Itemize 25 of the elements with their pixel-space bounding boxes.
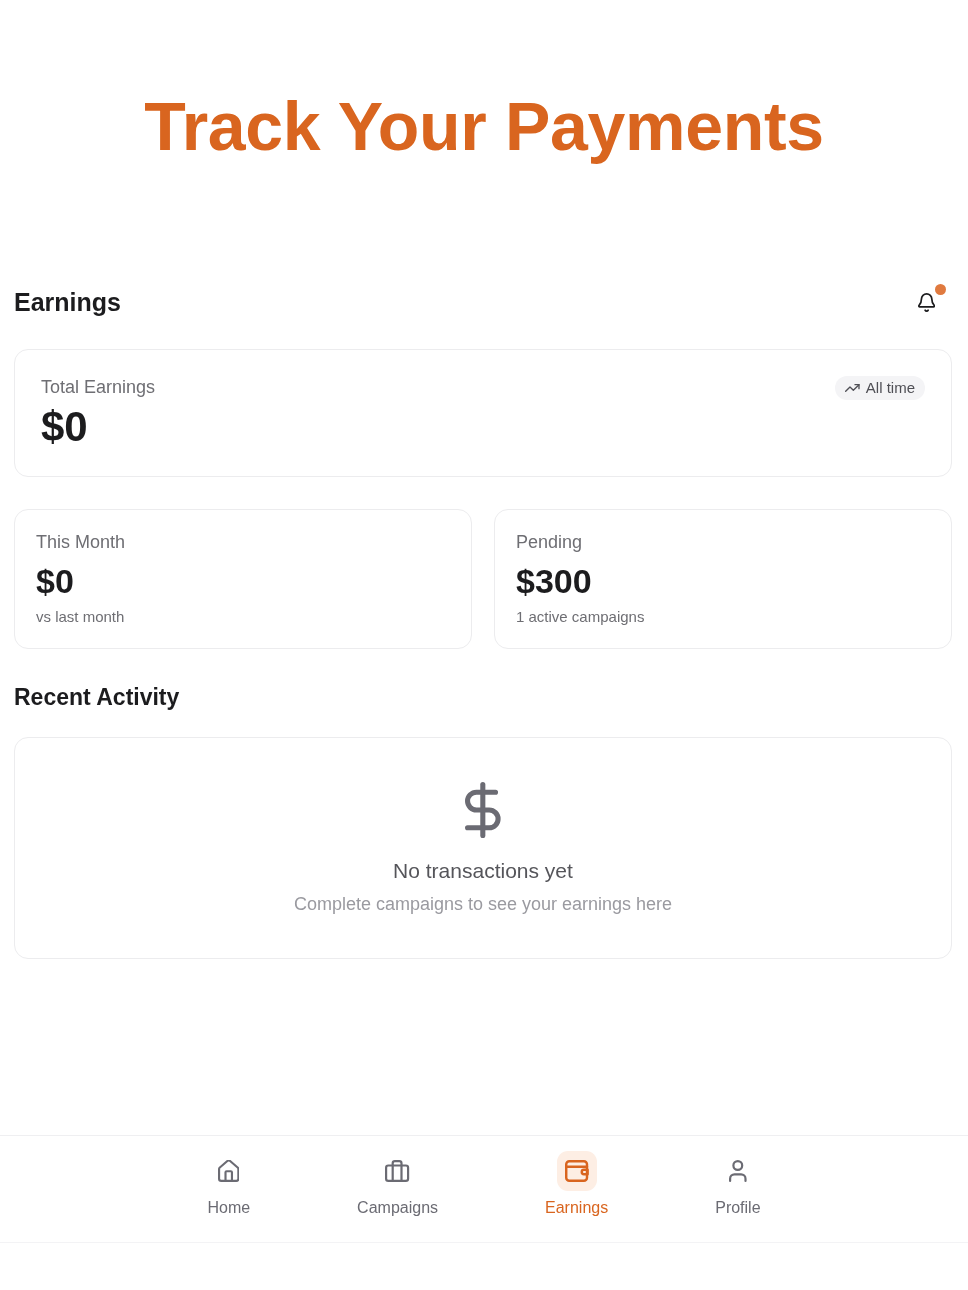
nav-tab[interactable]: Campaigns — [357, 1151, 439, 1218]
wallet-icon — [556, 1151, 597, 1191]
person-icon — [729, 1160, 747, 1182]
stat-amount: $300 — [516, 561, 593, 601]
total-earnings-label: Total Earnings — [41, 376, 156, 398]
nav-tab[interactable]: Earnings — [545, 1151, 609, 1218]
section-title: Recent Activity — [14, 683, 181, 711]
trend-up-icon — [845, 384, 860, 392]
briefcase-icon — [385, 1160, 410, 1182]
stat-label: Pending — [516, 531, 584, 553]
empty-state-title: No transactions yet — [393, 858, 573, 884]
house-icon — [218, 1160, 240, 1182]
empty-state-message: Complete campaigns to see your earnings here — [293, 893, 673, 915]
bell-icon[interactable] — [917, 292, 935, 312]
stat-label: This Month — [36, 531, 127, 553]
page-title: Earnings — [14, 287, 121, 317]
nav-tab[interactable]: Profile — [715, 1151, 761, 1218]
period-label: All time — [865, 379, 915, 397]
stat-amount: $0 — [36, 561, 75, 601]
dollar-sign-icon — [465, 782, 501, 838]
total-earnings-amount: $0 — [41, 402, 89, 452]
headline: Track Your Payments — [144, 87, 824, 166]
stat-caption: 1 active campaigns — [516, 608, 646, 626]
stat-caption: vs last month — [36, 608, 126, 626]
nav-tab[interactable]: Home — [207, 1151, 251, 1218]
